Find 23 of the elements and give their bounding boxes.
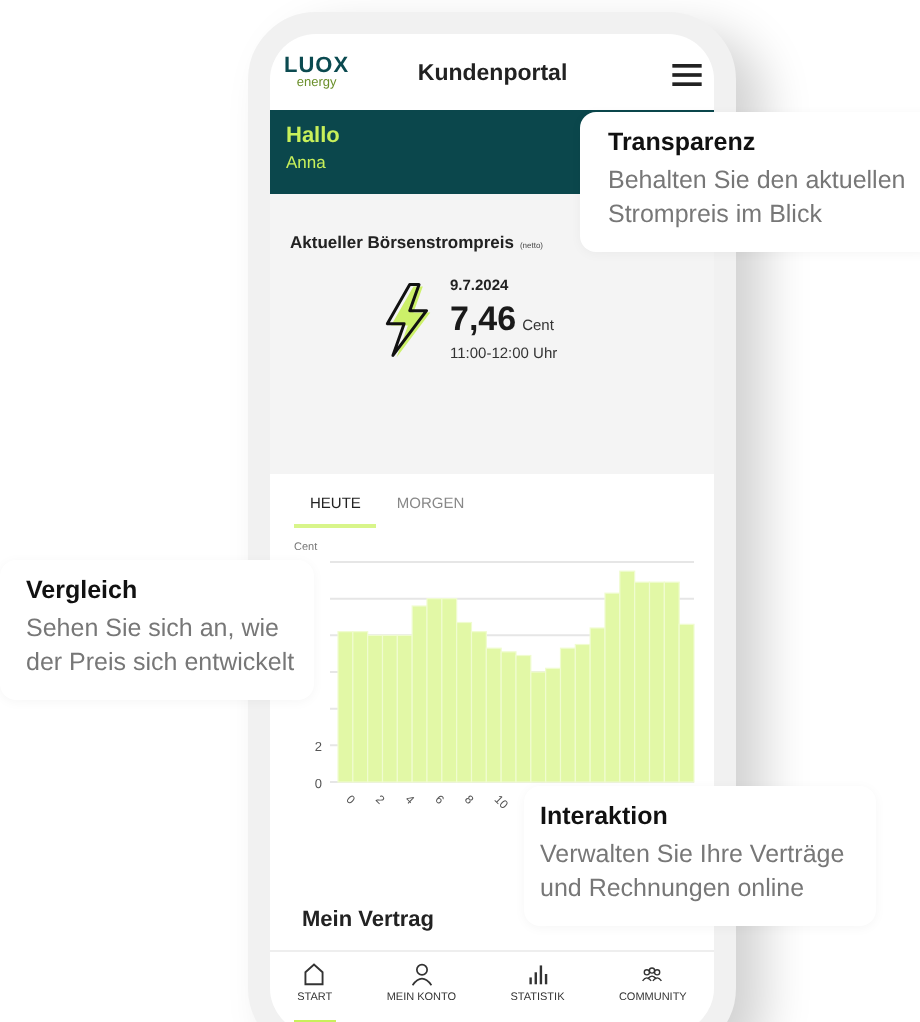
user-name: Anna: [286, 152, 328, 172]
price-value: 7,46: [450, 300, 517, 340]
logo-text: LUOX: [284, 56, 350, 79]
price-bar: [530, 671, 547, 783]
callout-title: Interaktion: [540, 802, 670, 830]
price-bar: [515, 654, 532, 783]
card-title: Aktueller Börsenstrompreis: [290, 232, 514, 252]
page-title: Kundenportal: [417, 62, 568, 86]
callout-text: Sehen Sie sich an, wie der Preis sich entwickelt: [26, 612, 297, 680]
menu-icon[interactable]: [672, 63, 702, 85]
people-icon: [640, 962, 665, 986]
callout-text: Verwalten Sie Ihre Verträge und Rechnungen online: [540, 838, 847, 906]
price-bar: [485, 647, 502, 783]
home-icon: [302, 962, 327, 986]
price-bar: [559, 647, 576, 783]
bar-chart-icon: [525, 962, 550, 986]
price-bar: [545, 667, 562, 783]
person-icon: [409, 962, 434, 986]
callout-text: Behalten Sie den aktuellen Strompreis im Blick: [608, 164, 908, 232]
callout-title: Vergleich: [26, 576, 140, 604]
section-title: Mein Vertrag: [302, 910, 437, 932]
price-bar: [574, 643, 591, 783]
callout-title: Transparenz: [608, 128, 758, 156]
